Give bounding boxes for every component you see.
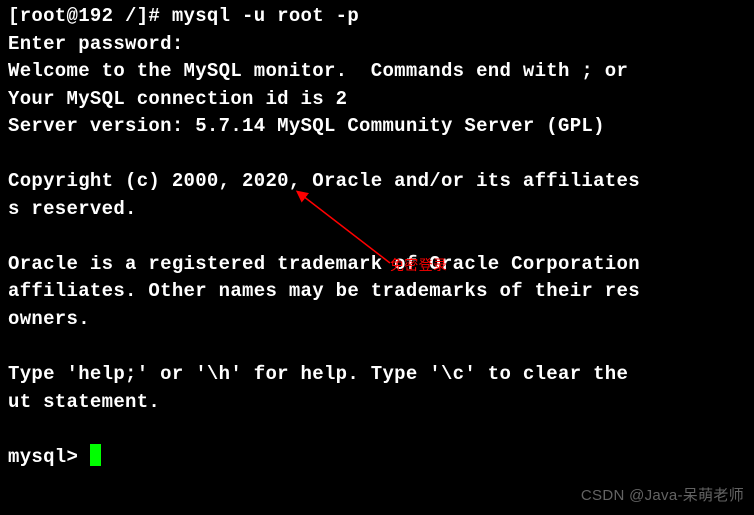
- terminal-blank-line: [8, 223, 746, 251]
- terminal-blank-line: [8, 141, 746, 169]
- terminal-line: Enter password:: [8, 31, 746, 59]
- terminal-line: [root@192 /]# mysql -u root -p: [8, 3, 746, 31]
- terminal-line: ut statement.: [8, 389, 746, 417]
- terminal-line: owners.: [8, 306, 746, 334]
- terminal-line: Oracle is a registered trademark of Orac…: [8, 251, 746, 279]
- annotation-label: 免密登录: [390, 255, 447, 275]
- terminal-line: Your MySQL connection id is 2: [8, 86, 746, 114]
- terminal-line: Welcome to the MySQL monitor. Commands e…: [8, 58, 746, 86]
- terminal-line: Server version: 5.7.14 MySQL Community S…: [8, 113, 746, 141]
- terminal-blank-line: [8, 334, 746, 362]
- mysql-prompt-text: mysql>: [8, 446, 90, 468]
- terminal-line: s reserved.: [8, 196, 746, 224]
- terminal-line: Type 'help;' or '\h' for help. Type '\c'…: [8, 361, 746, 389]
- mysql-prompt-line[interactable]: mysql>: [8, 444, 746, 472]
- watermark-text: CSDN @Java-呆萌老师: [581, 485, 744, 507]
- cursor-icon: [90, 444, 101, 466]
- terminal-blank-line: [8, 416, 746, 444]
- terminal-output[interactable]: [root@192 /]# mysql -u root -p Enter pas…: [8, 3, 746, 471]
- terminal-line: Copyright (c) 2000, 2020, Oracle and/or …: [8, 168, 746, 196]
- terminal-line: affiliates. Other names may be trademark…: [8, 278, 746, 306]
